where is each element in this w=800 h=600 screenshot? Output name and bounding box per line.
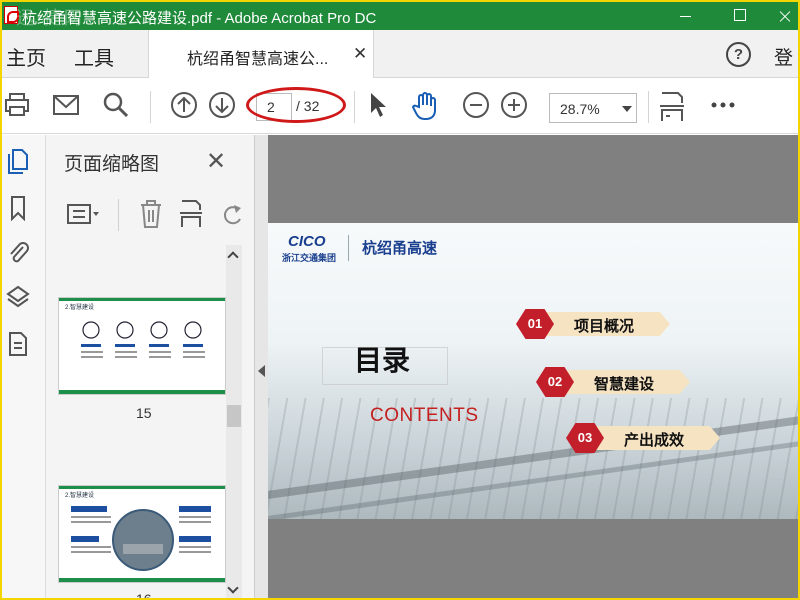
page-thumbnails-icon[interactable] (6, 149, 30, 175)
toc-label: 项目概况 (574, 318, 635, 335)
watermark-logo: 迅·捷网 (16, 8, 84, 29)
thumbnail-heading: 2.智慧建设 (65, 305, 95, 311)
toc-item: 03 产出成效 (566, 423, 726, 453)
cico-logo: CICO (288, 233, 326, 250)
toolbar-divider (354, 91, 355, 123)
tab-home[interactable]: 主页 (6, 42, 46, 71)
title-bar: 杭绍甬智慧高速公路建设.pdf - Adobe Acrobat Pro DC 迅… (2, 2, 798, 30)
toolbar-divider (150, 91, 151, 123)
help-icon[interactable]: ? (726, 42, 751, 67)
tab-document[interactable]: 杭绍甬智慧高速公... ✕ (148, 30, 374, 78)
collapse-panel-icon[interactable] (258, 365, 265, 377)
scrollbar-thumb[interactable] (227, 405, 241, 427)
highlight-ellipse (246, 87, 346, 123)
toolbar-divider (648, 91, 649, 123)
thumbnail-scrollbar[interactable] (226, 245, 242, 598)
toc-item: 01 项目概况 (516, 309, 676, 339)
panel-divider (118, 199, 119, 231)
toc-label: 智慧建设 (594, 376, 655, 393)
thumbnail-footer-bar (59, 578, 225, 582)
thumbnail-content (81, 321, 205, 358)
document-properties-icon[interactable] (6, 331, 30, 357)
chevron-down-icon (622, 106, 632, 112)
hand-tool-icon[interactable] (412, 91, 440, 121)
main-toolbar: 2 / 32 28.7% (2, 79, 798, 134)
page-thumbnail[interactable]: 2.智慧建设 (58, 485, 226, 583)
panel-toolbar (46, 195, 254, 239)
bookmarks-icon[interactable] (6, 195, 30, 221)
insert-page-icon[interactable] (178, 199, 204, 229)
document-tab-label: 杭绍甬智慧高速公... (187, 51, 329, 68)
close-panel-icon[interactable]: ✕ (206, 147, 226, 176)
trash-icon[interactable] (138, 199, 164, 229)
rotate-icon[interactable] (222, 201, 242, 229)
page-thumbnail[interactable]: 2.智慧建设 (58, 297, 226, 395)
zoom-out-icon[interactable] (462, 91, 490, 119)
panel-title: 页面缩略图 (64, 154, 160, 175)
sign-in-link[interactable]: 登 (774, 43, 793, 70)
select-cursor-icon[interactable] (368, 91, 388, 119)
navigation-rail (2, 135, 46, 598)
thumbnail-header-bar (59, 486, 225, 489)
next-page-icon[interactable] (208, 91, 236, 119)
search-icon[interactable] (102, 91, 130, 119)
thumbnail-heading: 2.智慧建设 (65, 493, 95, 499)
options-menu-icon[interactable] (66, 201, 102, 229)
maximize-button[interactable] (716, 2, 762, 30)
previous-page-icon[interactable] (170, 91, 198, 119)
tab-bar: 主页 工具 杭绍甬智慧高速公... ✕ ? 登 (2, 30, 798, 78)
acrobat-window: 杭绍甬智慧高速公路建设.pdf - Adobe Acrobat Pro DC 迅… (2, 2, 798, 598)
zoom-in-icon[interactable] (500, 91, 528, 119)
email-icon[interactable] (52, 91, 80, 119)
slide-subheading: CONTENTS (370, 405, 479, 426)
layers-icon[interactable] (6, 285, 30, 311)
thumbnails-panel: 页面缩略图 ✕ 2.智慧建设 15 2.智慧建设 (46, 135, 254, 598)
attachments-icon[interactable] (6, 239, 30, 265)
document-view[interactable]: CICO 浙江交通集团 杭绍甬高速 目录 CONTENTS 01 项目概况 02… (268, 135, 798, 598)
thumbnail-content (71, 506, 211, 571)
zoom-value: 28.7% (560, 101, 600, 117)
logo-divider (348, 235, 349, 261)
thumbnail-header-bar (59, 298, 225, 301)
slide-heading: 目录 (354, 345, 411, 376)
tab-tools[interactable]: 工具 (74, 42, 114, 71)
zoom-select[interactable]: 28.7% (549, 93, 637, 123)
thumbnail-page-number: 15 (136, 405, 152, 421)
cico-logo-subtitle: 浙江交通集团 (282, 253, 337, 263)
pdf-page: CICO 浙江交通集团 杭绍甬高速 目录 CONTENTS 01 项目概况 02… (268, 223, 798, 519)
fit-page-icon[interactable] (658, 91, 686, 123)
close-tab-icon[interactable]: ✕ (353, 44, 367, 64)
toc-item: 02 智慧建设 (536, 367, 696, 397)
thumbnail-footer-bar (59, 390, 225, 394)
toc-label: 产出成效 (624, 432, 685, 449)
scroll-up-icon[interactable] (227, 251, 239, 263)
print-icon[interactable] (4, 91, 30, 119)
thumbnail-page-number: 16 (136, 591, 152, 598)
minimize-button[interactable] (662, 2, 708, 30)
close-window-button[interactable] (760, 2, 798, 30)
brand-title: 杭绍甬高速 (362, 240, 438, 257)
more-options-icon[interactable] (710, 91, 736, 119)
scroll-down-icon[interactable] (227, 582, 239, 594)
panel-splitter[interactable] (254, 135, 268, 598)
